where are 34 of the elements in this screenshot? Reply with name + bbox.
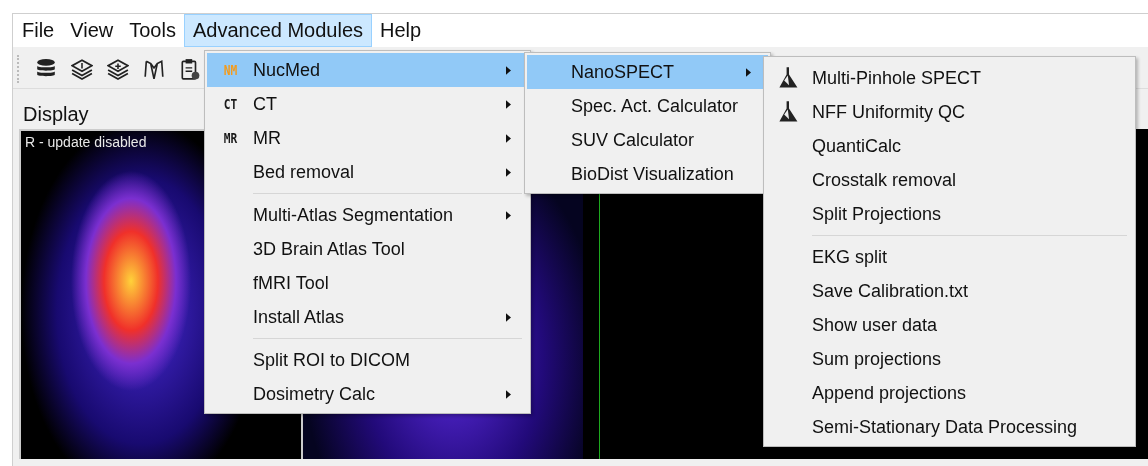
menu-item[interactable]: fMRI Tool bbox=[207, 266, 528, 300]
menu-item[interactable]: Append projections bbox=[766, 376, 1133, 410]
menu-item[interactable]: Show user data bbox=[766, 308, 1133, 342]
clipboard-icon[interactable] bbox=[179, 58, 201, 80]
viewport-label: R - update disabled bbox=[24, 133, 147, 150]
menu-item[interactable]: NanoSPECT bbox=[527, 55, 768, 89]
menu-item[interactable]: Multi-Pinhole SPECT bbox=[766, 61, 1133, 95]
layers-icon[interactable] bbox=[107, 58, 129, 80]
menu-item[interactable]: Install Atlas bbox=[207, 300, 528, 334]
menu-item[interactable]: Semi-Stationary Data Processing bbox=[766, 410, 1133, 444]
menu-item[interactable]: Multi-Atlas Segmentation bbox=[207, 198, 528, 232]
menu-item[interactable]: Sum projections bbox=[766, 342, 1133, 376]
menu-item[interactable]: CT CT bbox=[207, 87, 528, 121]
menu-item[interactable]: Crosstalk removal bbox=[766, 163, 1133, 197]
badge-icon: MR bbox=[223, 130, 237, 146]
menu-bar-item[interactable]: Help bbox=[372, 14, 430, 47]
menu-bar-item[interactable]: Tools bbox=[121, 14, 184, 47]
menu-item[interactable]: Dosimetry Calc bbox=[207, 377, 528, 411]
menu-item[interactable]: Save Calibration.txt bbox=[766, 274, 1133, 308]
menu-item[interactable]: QuantiCalc bbox=[766, 129, 1133, 163]
badge-icon: NM bbox=[223, 62, 237, 78]
panel-title: Display bbox=[22, 103, 90, 127]
menu-bar-item[interactable]: View bbox=[62, 14, 122, 47]
menu-item[interactable]: Split Projections bbox=[766, 197, 1133, 231]
layers-icon[interactable] bbox=[71, 58, 93, 80]
menu-item[interactable]: 3D Brain Atlas Tool bbox=[207, 232, 528, 266]
badge-icon: CT bbox=[223, 96, 237, 112]
menu-item[interactable]: Split ROI to DICOM bbox=[207, 343, 528, 377]
menu-item[interactable]: MR MR bbox=[207, 121, 528, 155]
menu-item[interactable]: EKG split bbox=[766, 240, 1133, 274]
menu-item[interactable]: NFF Uniformity QC bbox=[766, 95, 1133, 129]
menu-bar-item[interactable]: File bbox=[14, 14, 63, 47]
menu-bar-item[interactable]: Advanced Modules bbox=[183, 14, 373, 47]
menu-item[interactable]: Bed removal bbox=[207, 155, 528, 189]
